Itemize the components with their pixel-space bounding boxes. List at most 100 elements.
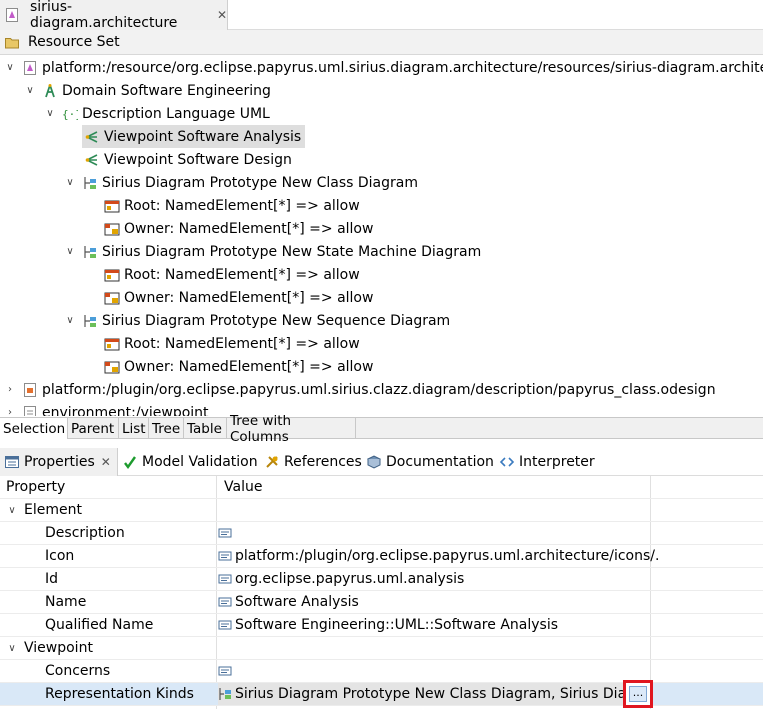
tree-row-label: Sirius Diagram Prototype New Sequence Di… xyxy=(102,312,451,329)
code-brackets-icon xyxy=(499,457,515,467)
tree-row-odesign-resource[interactable]: › platform:/plugin/org.eclipse.papyrus.u… xyxy=(4,378,716,401)
tree-row-label: platform:/resource/org.eclipse.papyrus.u… xyxy=(42,59,763,76)
tab-documentation[interactable]: Documentation xyxy=(366,448,494,476)
tab-list[interactable]: List xyxy=(119,418,149,439)
tab-model-validation[interactable]: Model Validation xyxy=(122,448,258,476)
tree-row-label: Description Language UML xyxy=(82,105,270,122)
model-tree: ∨ platform:/resource/org.eclipse.papyrus… xyxy=(0,56,763,416)
close-icon[interactable]: ✕ xyxy=(101,455,111,469)
tree-row-root-rule[interactable]: Root: NamedElement[*] => allow xyxy=(104,263,360,286)
chevron-down-icon[interactable]: ∨ xyxy=(24,85,36,96)
text-value-icon xyxy=(218,528,232,538)
chevron-down-icon[interactable]: ∨ xyxy=(64,246,76,257)
property-name: Qualified Name xyxy=(45,617,154,633)
chevron-right-icon[interactable]: › xyxy=(4,384,16,395)
text-value-icon xyxy=(218,551,232,561)
viewpoint-icon xyxy=(85,153,98,166)
resource-set-label: Resource Set xyxy=(28,34,120,50)
property-table: Property Value ∨ Element Description Icon… xyxy=(0,476,763,709)
language-icon: {·} xyxy=(62,108,78,121)
tab-interpreter[interactable]: Interpreter xyxy=(499,448,595,476)
property-value: Software Engineering::UML::Software Anal… xyxy=(235,617,559,633)
property-value: org.eclipse.papyrus.uml.analysis xyxy=(235,571,465,587)
chevron-down-icon[interactable]: ∨ xyxy=(64,315,76,326)
tree-row-owner-rule[interactable]: Owner: NamedElement[*] => allow xyxy=(104,286,373,309)
file-icon xyxy=(24,405,36,416)
group-row-element[interactable]: ∨ Element xyxy=(0,499,763,522)
property-name: Representation Kinds xyxy=(45,686,194,702)
property-row-name[interactable]: Name Software Analysis xyxy=(0,591,763,614)
tree-row-state-machine-prototype[interactable]: ∨ Sirius Diagram Prototype New State Mac… xyxy=(64,240,481,263)
property-row-description[interactable]: Description xyxy=(0,522,763,545)
column-header-value: Value xyxy=(224,479,263,495)
tree-row-domain[interactable]: ∨ Domain Software Engineering xyxy=(24,79,271,102)
tab-label: Properties xyxy=(24,454,95,470)
references-icon xyxy=(266,456,278,468)
tree-row-sequence-prototype[interactable]: ∨ Sirius Diagram Prototype New Sequence … xyxy=(64,309,450,332)
tree-row-label: Sirius Diagram Prototype New Class Diagr… xyxy=(102,174,418,191)
tab-label: References xyxy=(284,454,362,470)
property-name: Icon xyxy=(45,548,75,564)
architecture-file-icon xyxy=(6,8,18,22)
column-header-property: Property xyxy=(6,479,66,495)
tree-row-viewpoint-software-analysis[interactable]: Viewpoint Software Analysis xyxy=(82,125,306,148)
tree-row-label: platform:/plugin/org.eclipse.papyrus.uml… xyxy=(42,381,716,398)
rule-icon xyxy=(104,338,120,350)
tree-row-label: Root: NamedElement[*] => allow xyxy=(124,335,360,352)
browse-button-label: ... xyxy=(629,686,647,702)
editor-tab-architecture[interactable]: sirius-diagram.architecture ✕ xyxy=(0,0,228,31)
tree-row-architecture-resource[interactable]: ∨ platform:/resource/org.eclipse.papyrus… xyxy=(4,56,763,79)
folder-icon xyxy=(5,38,19,49)
tab-tree-with-columns[interactable]: Tree with Columns xyxy=(227,413,356,445)
property-name: Name xyxy=(45,594,87,610)
book-icon xyxy=(366,455,382,469)
chevron-right-icon[interactable]: › xyxy=(4,407,16,416)
chevron-down-icon[interactable]: ∨ xyxy=(6,505,18,516)
tree-row-label: Viewpoint Software Analysis xyxy=(104,128,302,145)
chevron-down-icon[interactable]: ∨ xyxy=(6,643,18,654)
property-row-icon[interactable]: Icon platform:/plugin/org.eclipse.papyru… xyxy=(0,545,763,568)
browse-button[interactable]: ... xyxy=(623,680,653,708)
property-value: platform:/plugin/org.eclipse.papyrus.uml… xyxy=(235,548,658,564)
chevron-down-icon[interactable]: ∨ xyxy=(4,62,16,73)
tree-row-label: Owner: NamedElement[*] => allow xyxy=(124,289,374,306)
tree-row-label: Owner: NamedElement[*] => allow xyxy=(124,358,374,375)
property-row-qualified-name[interactable]: Qualified Name Software Engineering::UML… xyxy=(0,614,763,637)
text-value-icon xyxy=(218,597,232,607)
tree-row-owner-rule[interactable]: Owner: NamedElement[*] => allow xyxy=(104,355,373,378)
property-value-editor[interactable]: Sirius Diagram Prototype New Class Diagr… xyxy=(235,686,623,702)
tab-label: List xyxy=(122,420,146,437)
tab-selection[interactable]: Selection xyxy=(0,418,68,439)
tab-label: Parent xyxy=(71,420,115,437)
tab-properties[interactable]: Properties ✕ xyxy=(0,448,118,476)
property-row-id[interactable]: Id org.eclipse.papyrus.uml.analysis xyxy=(0,568,763,591)
tab-label: Documentation xyxy=(386,454,494,470)
tree-row-environment[interactable]: › environment:/viewpoint xyxy=(4,401,209,416)
tree-row-label: Viewpoint Software Design xyxy=(104,151,292,168)
tree-row-label: Sirius Diagram Prototype New State Machi… xyxy=(102,243,482,260)
close-icon[interactable]: ✕ xyxy=(217,8,227,22)
text-value-icon xyxy=(218,666,232,676)
odesign-file-icon xyxy=(24,382,36,397)
tab-parent[interactable]: Parent xyxy=(68,418,119,439)
group-row-viewpoint[interactable]: ∨ Viewpoint xyxy=(0,637,763,660)
tree-row-owner-rule[interactable]: Owner: NamedElement[*] => allow xyxy=(104,217,373,240)
group-label: Element xyxy=(24,502,82,518)
tree-row-root-rule[interactable]: Root: NamedElement[*] => allow xyxy=(104,332,360,355)
properties-view-tabs: Properties ✕ Model Validation References… xyxy=(0,448,763,476)
tab-tree[interactable]: Tree xyxy=(149,418,184,439)
viewpoint-icon xyxy=(85,130,98,143)
tree-row-class-diagram-prototype[interactable]: ∨ Sirius Diagram Prototype New Class Dia… xyxy=(64,171,418,194)
tree-row-label: environment:/viewpoint xyxy=(42,404,209,417)
property-name: Concerns xyxy=(45,663,111,679)
tree-row-root-rule[interactable]: Root: NamedElement[*] => allow xyxy=(104,194,360,217)
tree-row-description-language[interactable]: ∨ {·} Description Language UML xyxy=(44,102,270,125)
chevron-down-icon[interactable]: ∨ xyxy=(44,108,56,119)
tab-table[interactable]: Table xyxy=(184,418,227,439)
text-value-icon xyxy=(218,574,232,584)
resource-set-row[interactable]: Resource Set xyxy=(0,30,763,55)
chevron-down-icon[interactable]: ∨ xyxy=(64,177,76,188)
tree-row-viewpoint-software-design[interactable]: Viewpoint Software Design xyxy=(84,148,292,171)
tree-row-label: Root: NamedElement[*] => allow xyxy=(124,197,360,214)
tab-references[interactable]: References xyxy=(264,448,362,476)
